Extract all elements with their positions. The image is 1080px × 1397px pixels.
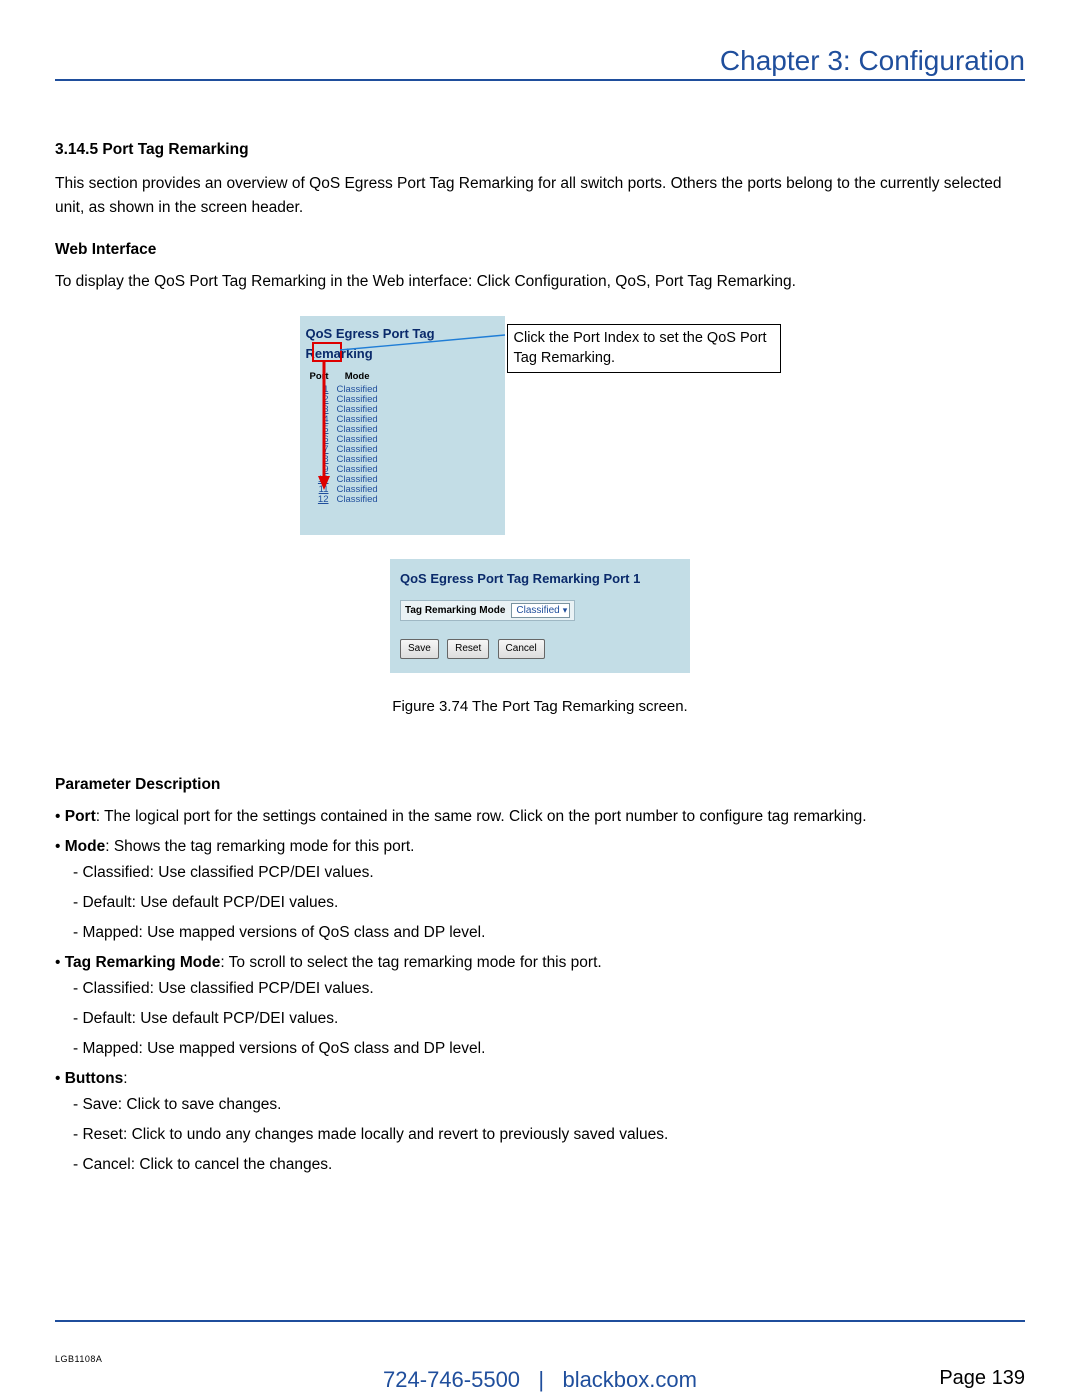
footer-sep: | bbox=[538, 1367, 544, 1392]
param-buttons: Buttons: Save: Click to save changes. Re… bbox=[55, 1067, 1025, 1177]
param-trm-text: : To scroll to select the tag remarking … bbox=[220, 954, 601, 971]
footer: LGB1108A 724-746-5500 | blackbox.com Pag… bbox=[55, 1349, 1025, 1367]
param-mode-sub-0: Classified: Use classified PCP/DEI value… bbox=[73, 861, 1025, 885]
web-interface-text: To display the QoS Port Tag Remarking in… bbox=[55, 270, 1025, 294]
param-mode-text: : Shows the tag remarking mode for this … bbox=[105, 838, 414, 855]
param-trm-label: Tag Remarking Mode bbox=[65, 954, 221, 971]
port-mode-table: Port Mode 1Classified2Classified3Classif… bbox=[306, 370, 382, 504]
footer-site: blackbox.com bbox=[562, 1367, 697, 1392]
footer-page-label: Page bbox=[939, 1367, 986, 1389]
header-rule bbox=[55, 79, 1025, 81]
param-port-label: Port bbox=[65, 808, 96, 825]
parameter-description-heading: Parameter Description bbox=[55, 773, 1025, 797]
port-mode: Classified bbox=[333, 495, 382, 505]
panel-port-list: QoS Egress Port Tag Remarking Port Mode … bbox=[300, 316, 505, 535]
footer-rule bbox=[55, 1320, 1025, 1322]
param-trm-sub-2: Mapped: Use mapped versions of QoS class… bbox=[73, 1037, 1025, 1061]
footer-page-number: 139 bbox=[992, 1367, 1025, 1389]
reset-button[interactable]: Reset bbox=[447, 639, 489, 659]
footer-page: Page 139 bbox=[939, 1367, 1025, 1390]
web-interface-heading: Web Interface bbox=[55, 238, 1025, 262]
callout-box: Click the Port Index to set the QoS Port… bbox=[507, 324, 781, 373]
param-buttons-label: Buttons bbox=[65, 1070, 124, 1087]
param-trm-sub-1: Default: Use default PCP/DEI values. bbox=[73, 1007, 1025, 1031]
footer-model: LGB1108A bbox=[55, 1354, 102, 1364]
param-buttons-colon: : bbox=[123, 1070, 127, 1087]
footer-phone: 724-746-5500 bbox=[383, 1367, 520, 1392]
param-mode-label: Mode bbox=[65, 838, 105, 855]
mode-value: Classified bbox=[516, 603, 559, 619]
th-port: Port bbox=[306, 370, 333, 385]
param-buttons-sub-1: Reset: Click to undo any changes made lo… bbox=[73, 1123, 1025, 1147]
mode-label: Tag Remarking Mode bbox=[405, 603, 505, 619]
panel-a-title: QoS Egress Port Tag Remarking bbox=[306, 324, 499, 364]
param-mode-sub-2: Mapped: Use mapped versions of QoS class… bbox=[73, 921, 1025, 945]
tag-remarking-mode-select[interactable]: Classified ▾ bbox=[511, 603, 570, 618]
param-trm: Tag Remarking Mode: To scroll to select … bbox=[55, 951, 1025, 1061]
section-heading: 3.14.5 Port Tag Remarking bbox=[55, 138, 1025, 162]
footer-center: 724-746-5500 | blackbox.com bbox=[55, 1367, 1025, 1393]
section-intro: This section provides an overview of QoS… bbox=[55, 172, 1025, 220]
param-buttons-sub-0: Save: Click to save changes. bbox=[73, 1093, 1025, 1117]
th-mode: Mode bbox=[333, 370, 382, 385]
param-mode-sub-1: Default: Use default PCP/DEI values. bbox=[73, 891, 1025, 915]
chapter-title: Chapter 3: Configuration bbox=[720, 45, 1025, 77]
param-trm-sub-0: Classified: Use classified PCP/DEI value… bbox=[73, 977, 1025, 1001]
param-buttons-sub-2: Cancel: Click to cancel the changes. bbox=[73, 1153, 1025, 1177]
mode-row: Tag Remarking Mode Classified ▾ bbox=[400, 600, 575, 622]
figure-area: QoS Egress Port Tag Remarking Port Mode … bbox=[55, 316, 1025, 755]
panel-port-detail: QoS Egress Port Tag Remarking Port 1 Tag… bbox=[390, 559, 690, 674]
panel-b-title: QoS Egress Port Tag Remarking Port 1 bbox=[400, 569, 680, 589]
param-port-text: : The logical port for the settings cont… bbox=[96, 808, 867, 825]
port-link[interactable]: 12 bbox=[306, 495, 333, 505]
save-button[interactable]: Save bbox=[400, 639, 439, 659]
param-mode: Mode: Shows the tag remarking mode for t… bbox=[55, 835, 1025, 945]
cancel-button[interactable]: Cancel bbox=[498, 639, 545, 659]
chevron-down-icon: ▾ bbox=[563, 604, 568, 618]
param-port: Port: The logical port for the settings … bbox=[55, 805, 1025, 829]
table-row: 12Classified bbox=[306, 495, 382, 505]
parameter-list: Port: The logical port for the settings … bbox=[55, 805, 1025, 1177]
figure-caption: Figure 3.74 The Port Tag Remarking scree… bbox=[392, 695, 687, 718]
